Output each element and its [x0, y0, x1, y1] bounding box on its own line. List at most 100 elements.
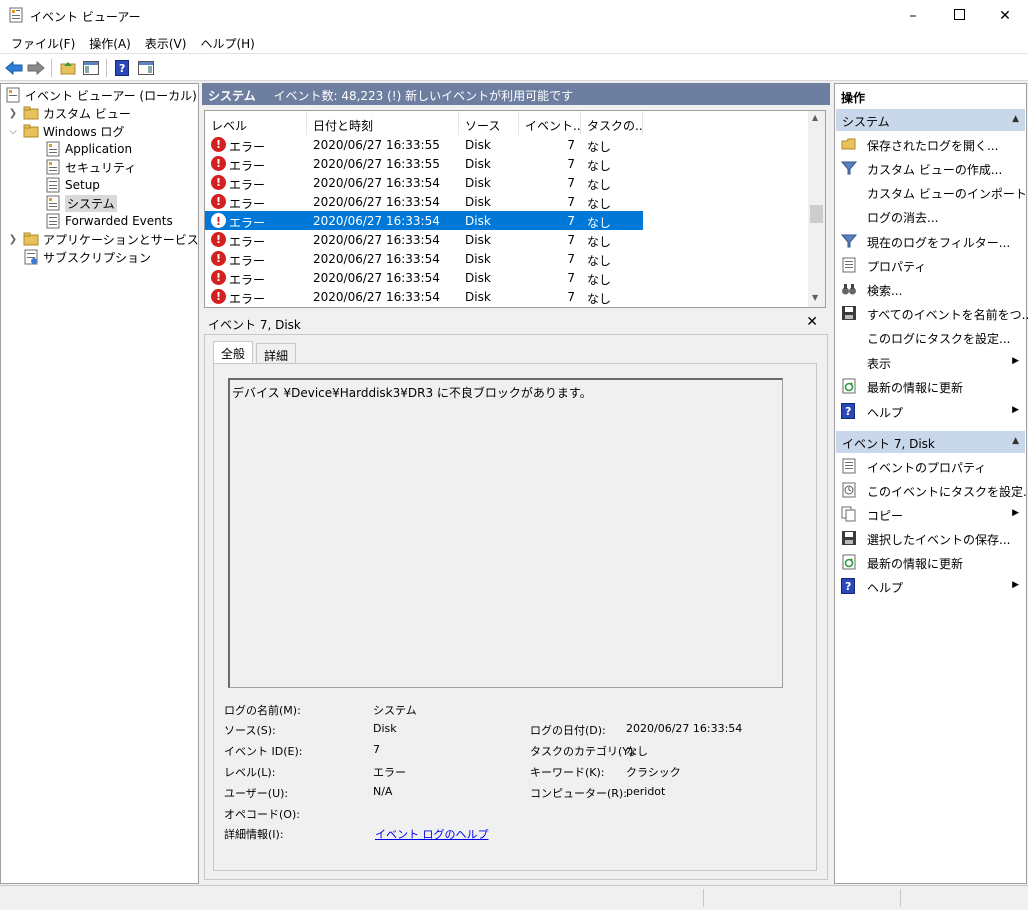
event-row[interactable]: ! エラー 2020/06/27 16:33:54 Disk 7 なし	[205, 192, 643, 211]
action-item[interactable]: 選択したイベントの保存...	[836, 526, 1025, 550]
event-row[interactable]: ! エラー 2020/06/27 16:33:54 Disk 7 なし	[205, 173, 643, 192]
menu-view[interactable]: 表示(V)	[138, 31, 194, 53]
tree-item-label: イベント ビューアー (ローカル)	[25, 88, 197, 103]
action-item[interactable]: ログの消去...	[836, 204, 1025, 228]
event-description[interactable]: デバイス ¥Device¥Harddisk3¥DR3 に不良ブロックがあります。	[228, 378, 783, 688]
show-hide-tree-button[interactable]	[81, 58, 101, 78]
folder-icon	[23, 123, 39, 139]
actions-section-event[interactable]: イベント 7, Disk ▲	[836, 431, 1025, 453]
event-row[interactable]: ! エラー 2020/06/27 16:33:54 Disk 7 なし	[205, 268, 643, 287]
tree-item-forwarded-events[interactable]: Forwarded Events	[45, 212, 173, 230]
chevron-right-icon[interactable]: ❯	[7, 108, 19, 119]
maximize-button[interactable]	[936, 0, 982, 31]
event-row[interactable]: ! エラー 2020/06/27 16:33:54 Disk 7 なし	[205, 287, 643, 306]
event-cell-datetime: 2020/06/27 16:33:54	[313, 252, 440, 266]
action-item[interactable]: カスタム ビューの作成...	[836, 156, 1025, 180]
column-header-task-category[interactable]: タスクの...	[581, 111, 643, 135]
menu-help[interactable]: ヘルプ(H)	[193, 31, 261, 53]
action-item[interactable]: 表示 ▶	[836, 350, 1025, 374]
action-item[interactable]: 最新の情報に更新	[836, 374, 1025, 398]
chevron-right-icon[interactable]: ❯	[7, 234, 19, 245]
event-cell-id: 7	[567, 252, 575, 266]
action-label: イベントのプロパティ	[867, 461, 987, 475]
action-item[interactable]: コピー ▶	[836, 502, 1025, 526]
action-item[interactable]: イベントのプロパティ	[836, 454, 1025, 478]
action-item[interactable]: このイベントにタスクを設定...	[836, 478, 1028, 502]
event-row[interactable]: ! エラー 2020/06/27 16:33:55 Disk 7 なし	[205, 135, 643, 154]
action-item[interactable]: すべてのイベントを名前をつ...	[836, 301, 1028, 325]
scroll-up-icon[interactable]: ▲	[812, 113, 818, 122]
up-folder-button[interactable]	[58, 58, 78, 78]
column-header-event-id[interactable]: イベント...	[519, 111, 581, 135]
collapse-up-icon[interactable]: ▲	[1012, 114, 1019, 124]
tree-item-root[interactable]: イベント ビューアー (ローカル)	[5, 86, 197, 104]
toolbar-separator	[51, 59, 52, 77]
action-label: 選択したイベントの保存...	[867, 533, 1011, 547]
event-row[interactable]: ! エラー 2020/06/27 16:33:54 Disk 7 なし	[205, 230, 643, 249]
action-item[interactable]: 現在のログをフィルター...	[836, 229, 1025, 253]
event-row[interactable]: ! エラー 2020/06/27 16:33:55 Disk 7 なし	[205, 154, 643, 173]
close-button[interactable]: ✕	[982, 0, 1028, 31]
column-header-level[interactable]: レベル	[205, 111, 307, 135]
tab-details[interactable]: 詳細	[256, 343, 297, 363]
minimize-button[interactable]: –	[890, 0, 936, 31]
action-item[interactable]: 検索...	[836, 277, 1025, 301]
toolbar: ?	[0, 53, 1028, 81]
event-cell-source: Disk	[465, 252, 491, 266]
actions-section-system[interactable]: システム ▲	[836, 109, 1025, 131]
scroll-down-icon[interactable]: ▼	[812, 293, 818, 302]
event-id-label: イベント ID(E):	[224, 745, 303, 758]
tree-item-security[interactable]: セキュリティ	[45, 158, 136, 176]
tab-general[interactable]: 全般	[213, 341, 254, 364]
tree-item-setup[interactable]: Setup	[45, 176, 100, 194]
menu-file[interactable]: ファイル(F)	[4, 31, 82, 53]
svg-text:?: ?	[119, 62, 125, 75]
action-item[interactable]: ? ヘルプ ▶	[836, 399, 1025, 423]
column-header-source[interactable]: ソース	[459, 111, 519, 135]
action-label: ログの消去...	[867, 211, 939, 225]
tree-item-windows-logs[interactable]: ⌵ Windows ログ	[7, 122, 124, 140]
log-name-label: ログの名前(M):	[224, 704, 301, 717]
event-cell-task: なし	[587, 197, 612, 211]
tree-item-subscriptions[interactable]: サブスクリプション	[23, 248, 151, 266]
log-icon	[45, 159, 61, 175]
refresh-icon	[841, 554, 857, 570]
back-arrow-icon	[5, 61, 23, 75]
maximize-icon	[953, 8, 965, 24]
close-icon[interactable]: ✕	[806, 314, 818, 330]
tree-item-app-services-logs[interactable]: ❯ アプリケーションとサービス ログ	[7, 230, 227, 248]
action-item[interactable]: プロパティ	[836, 253, 1025, 277]
menu-action[interactable]: 操作(A)	[82, 31, 138, 53]
submenu-arrow-icon: ▶	[1012, 508, 1019, 518]
collapse-up-icon[interactable]: ▲	[1012, 436, 1019, 446]
help-button[interactable]: ?	[112, 58, 132, 78]
log-icon	[45, 141, 61, 157]
tree-item-system[interactable]: システム	[45, 194, 117, 212]
event-cell-datetime: 2020/06/27 16:33:54	[313, 271, 440, 285]
action-item[interactable]: カスタム ビューのインポート...	[836, 180, 1028, 204]
event-row[interactable]: ! エラー 2020/06/27 16:33:54 Disk 7 なし	[205, 211, 643, 230]
back-button[interactable]	[4, 58, 24, 78]
event-log-help-link[interactable]: イベント ログのヘルプ	[375, 826, 489, 842]
tree-item-application[interactable]: Application	[45, 140, 132, 158]
show-hide-action-pane-button[interactable]	[136, 58, 156, 78]
error-icon: !	[211, 175, 226, 190]
action-item[interactable]: 保存されたログを開く...	[836, 132, 1025, 156]
scrollbar-thumb[interactable]	[810, 205, 823, 223]
event-list-scrollbar[interactable]: ▲ ▼	[808, 111, 825, 307]
submenu-arrow-icon: ▶	[1012, 356, 1019, 366]
tree-item-custom-views[interactable]: ❯ カスタム ビュー	[7, 104, 131, 122]
action-item[interactable]: 最新の情報に更新	[836, 550, 1025, 574]
properties-icon	[841, 257, 857, 273]
tree-item-label: システム	[65, 194, 117, 212]
action-label: コピー	[867, 509, 904, 523]
event-row[interactable]: ! エラー 2020/06/27 16:33:54 Disk 7 なし	[205, 249, 643, 268]
action-item[interactable]: ? ヘルプ ▶	[836, 574, 1025, 598]
user-label: ユーザー(U):	[224, 787, 289, 800]
filter-funnel-icon	[840, 160, 858, 176]
chevron-down-icon[interactable]: ⌵	[7, 126, 19, 137]
column-header-datetime[interactable]: 日付と時刻	[307, 111, 459, 135]
forward-button[interactable]	[26, 58, 46, 78]
source-label: ソース(S):	[224, 724, 276, 737]
action-item[interactable]: このログにタスクを設定...	[836, 325, 1025, 349]
